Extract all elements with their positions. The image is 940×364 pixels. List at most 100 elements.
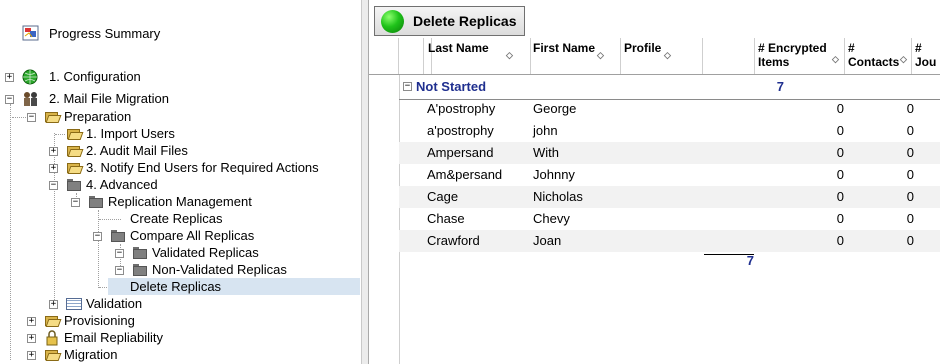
- header-spacer: [702, 38, 755, 74]
- folder-icon: [132, 263, 148, 277]
- tree-item-import-users[interactable]: 1. Import Users: [66, 125, 266, 142]
- progress-summary-icon: [22, 25, 40, 41]
- expand-icon[interactable]: +: [27, 334, 36, 343]
- column-header-last-name[interactable]: Last Name ◇: [423, 38, 531, 74]
- sort-icon: ◇: [900, 54, 907, 64]
- cell-contacts: 0: [906, 145, 914, 160]
- content-pane: Delete Replicas Last Name ◇ First Name ◇…: [369, 0, 940, 364]
- group-row[interactable]: − Not Started 7: [399, 76, 940, 98]
- row-gutter: [369, 75, 400, 364]
- delete-replicas-button[interactable]: Delete Replicas: [374, 6, 525, 36]
- tree-item-configuration[interactable]: 1. Configuration: [22, 68, 222, 85]
- sort-icon: ◇: [597, 50, 604, 60]
- tree-label: Compare All Replicas: [130, 228, 255, 243]
- column-header-journal[interactable]: # Jou: [911, 38, 940, 74]
- folder-icon: [66, 178, 82, 192]
- expand-icon[interactable]: +: [49, 147, 58, 156]
- tree-item-email-repliability[interactable]: Email Repliability: [44, 329, 244, 346]
- collapse-icon[interactable]: −: [93, 232, 102, 241]
- tree-item-preparation[interactable]: Preparation: [44, 108, 244, 125]
- folder-icon: [132, 246, 148, 260]
- tree-item-migration[interactable]: Migration: [44, 346, 244, 363]
- tree-label: Non-Validated Replicas: [152, 262, 287, 277]
- collapse-icon[interactable]: −: [5, 95, 14, 104]
- tree-connector: [54, 133, 55, 308]
- tree-label: Provisioning: [64, 313, 135, 328]
- cell-first-name: john: [533, 123, 558, 138]
- tree-item-delete-replicas[interactable]: Delete Replicas: [108, 278, 360, 295]
- tree-item-create-replicas[interactable]: Create Replicas: [130, 210, 330, 227]
- column-header-encrypted-items[interactable]: # Encrypted Items ◇: [754, 38, 845, 74]
- tree-item-non-validated-replicas[interactable]: Non-Validated Replicas: [132, 261, 332, 278]
- table-row[interactable]: Cage Nicholas 0 0: [399, 186, 940, 208]
- tree-label: 2. Mail File Migration: [49, 91, 169, 106]
- tree-item-validation[interactable]: Validation: [66, 295, 266, 312]
- cell-encrypted: 0: [836, 101, 844, 116]
- cell-last-name: Am&persand: [427, 167, 503, 182]
- cell-first-name: Chevy: [533, 211, 570, 226]
- collapse-icon[interactable]: −: [403, 82, 412, 91]
- cell-first-name: Johnny: [533, 167, 575, 182]
- cell-last-name: A'postrophy: [427, 101, 496, 116]
- tree-item-validated-replicas[interactable]: Validated Replicas: [132, 244, 332, 261]
- tree-label: Validated Replicas: [152, 245, 259, 260]
- tree-item-notify-end-users[interactable]: 3. Notify End Users for Required Actions: [66, 159, 356, 176]
- collapse-icon[interactable]: −: [115, 249, 124, 258]
- table-row[interactable]: Chase Chevy 0 0: [399, 208, 940, 230]
- tree-item-advanced[interactable]: 4. Advanced: [66, 176, 266, 193]
- total-count: 7: [746, 253, 754, 268]
- collapse-icon[interactable]: −: [115, 266, 124, 275]
- folder-icon: [110, 229, 126, 243]
- button-label: Delete Replicas: [413, 13, 517, 29]
- table-row[interactable]: Crawford Joan 0 0: [399, 230, 940, 252]
- globe-icon: [22, 69, 38, 85]
- tree-item-compare-all-replicas[interactable]: Compare All Replicas: [110, 227, 310, 244]
- expand-icon[interactable]: +: [49, 164, 58, 173]
- tree-item-replication-management[interactable]: Replication Management: [88, 193, 288, 210]
- tree-connector: [12, 117, 26, 118]
- tree-connector: [99, 219, 121, 220]
- open-folder-icon: [66, 127, 84, 141]
- users-icon: [22, 90, 38, 106]
- cell-last-name: Cage: [427, 189, 459, 204]
- tree-item-audit-mail-files[interactable]: 2. Audit Mail Files: [66, 142, 266, 159]
- tree-label: Replication Management: [108, 194, 252, 209]
- expand-icon[interactable]: +: [27, 317, 36, 326]
- open-folder-icon: [66, 144, 84, 158]
- cell-contacts: 0: [906, 189, 914, 204]
- cell-encrypted: 0: [836, 211, 844, 226]
- pane-splitter[interactable]: [361, 0, 369, 364]
- tree-item-provisioning[interactable]: Provisioning: [44, 312, 244, 329]
- tree-label: Validation: [86, 296, 143, 311]
- table-row[interactable]: Am&persand Johnny 0 0: [399, 164, 940, 186]
- cell-encrypted: 0: [836, 123, 844, 138]
- column-header-first-name[interactable]: First Name ◇: [529, 38, 621, 74]
- table-row[interactable]: a'postrophy john 0 0: [399, 120, 940, 142]
- cell-encrypted: 0: [836, 167, 844, 182]
- cell-last-name: Chase: [427, 211, 465, 226]
- tree-item-mail-file-migration[interactable]: 2. Mail File Migration: [22, 90, 222, 107]
- cell-last-name: Ampersand: [427, 145, 494, 160]
- collapse-icon[interactable]: −: [71, 198, 80, 207]
- table-row[interactable]: A'postrophy George 0 0: [399, 98, 940, 120]
- tree-item-progress-summary[interactable]: Progress Summary: [22, 24, 222, 41]
- sort-icon: ◇: [664, 50, 671, 60]
- tree-connector: [98, 210, 99, 288]
- collapse-icon[interactable]: −: [49, 181, 58, 190]
- column-header-contacts[interactable]: # Contacts ◇: [844, 38, 912, 74]
- tree-label: 4. Advanced: [86, 177, 158, 192]
- expand-icon[interactable]: +: [27, 351, 36, 360]
- expand-icon[interactable]: +: [49, 300, 58, 309]
- expand-icon[interactable]: +: [5, 73, 14, 82]
- tree-label: Email Repliability: [64, 330, 163, 345]
- header-gutter: [369, 38, 399, 74]
- table-row[interactable]: Ampersand With 0 0: [399, 142, 940, 164]
- column-label: # Contacts: [848, 41, 900, 69]
- column-header-profile[interactable]: Profile ◇: [620, 38, 703, 74]
- group-count: 7: [776, 79, 784, 94]
- cell-contacts: 0: [906, 101, 914, 116]
- collapse-icon[interactable]: −: [27, 113, 36, 122]
- tree-label: 2. Audit Mail Files: [86, 143, 188, 158]
- tree-connector: [10, 104, 11, 360]
- column-label: Profile: [624, 41, 662, 55]
